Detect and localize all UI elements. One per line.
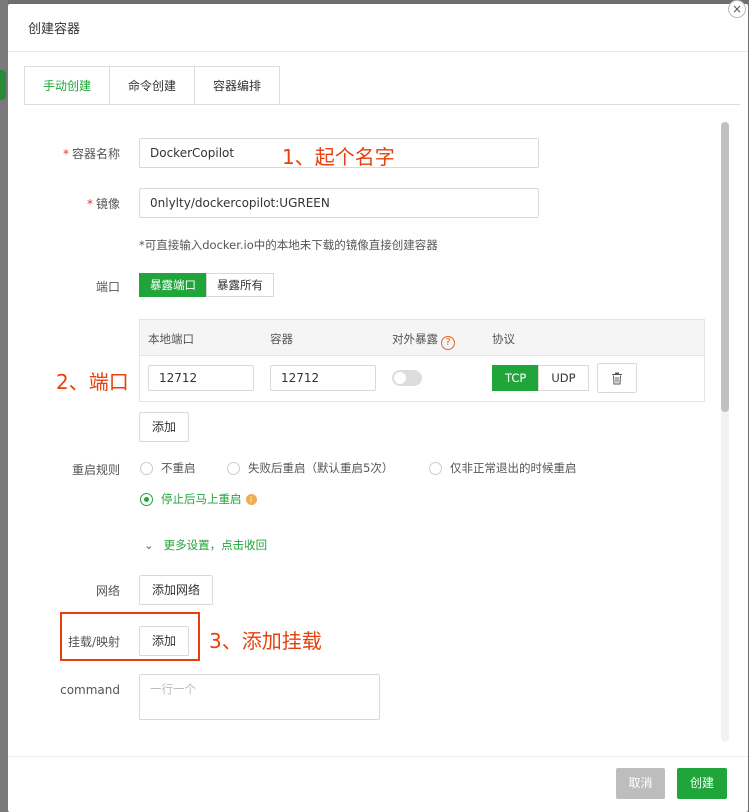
restart-option-on-failure[interactable]: 失败后重启（默认重启5次） [227, 460, 393, 476]
delete-port-button[interactable] [597, 363, 637, 393]
expose-all-button[interactable]: 暴露所有 [206, 273, 274, 297]
col-protocol: 协议 [492, 332, 515, 346]
tab-manual-create[interactable]: 手动创建 [24, 66, 111, 105]
background-accent [0, 70, 6, 100]
restart-option-always[interactable]: 停止后马上重启 i [140, 491, 257, 507]
radio-circle [140, 461, 153, 475]
radio-circle-selected [140, 492, 153, 506]
tab-compose[interactable]: 容器编排 [194, 66, 281, 105]
command-textarea[interactable]: 一行一个 [139, 674, 380, 720]
create-container-dialog: 创建容器 × 手动创建 命令创建 容器编排 * 容器名称 DockerCopilo… [8, 0, 748, 812]
local-port-input[interactable]: 12712 [148, 365, 254, 391]
restart-option-unless-abnormal[interactable]: 仅非正常退出的时候重启 [429, 460, 577, 476]
port-table: 本地端口 容器 对外暴露? 协议 12712 12712 TCP UDP [139, 319, 705, 402]
command-label: command [60, 683, 120, 697]
image-input[interactable]: 0nlylty/dockercopilot:UGREEN [139, 188, 539, 218]
info-icon: i [245, 493, 257, 505]
dialog-title: 创建容器 [28, 22, 81, 37]
network-label: 网络 [95, 584, 120, 598]
port-label: 端口 [95, 280, 120, 294]
tab-command-create[interactable]: 命令创建 [109, 66, 196, 105]
col-expose: 对外暴露? [392, 331, 455, 350]
radio-circle [227, 461, 240, 475]
col-container: 容器 [270, 332, 293, 346]
image-label: * 镜像 [86, 197, 120, 211]
restart-label: 重启规则 [71, 463, 120, 477]
chevron-down-icon: ⌄ [144, 538, 154, 552]
annotation-port: 2、端口 [56, 370, 129, 394]
close-icon[interactable]: × [728, 0, 746, 18]
port-table-header: 本地端口 容器 对外暴露? 协议 [140, 320, 704, 356]
footer-divider [8, 756, 748, 757]
protocol-udp-button[interactable]: UDP [538, 365, 589, 391]
annotation-name: 1、起个名字 [282, 145, 395, 169]
tab-divider [24, 104, 740, 105]
annotation-mount: 3、添加挂载 [209, 629, 322, 653]
add-network-button[interactable]: 添加网络 [139, 575, 214, 605]
radio-circle [429, 461, 442, 475]
more-settings-toggle[interactable]: ⌄ 更多设置，点击收回 [144, 537, 267, 553]
image-hint: *可直接输入docker.io中的本地未下载的镜像直接创建容器 [139, 238, 438, 252]
mount-label: 挂载/映射 [67, 635, 120, 649]
scrollbar-thumb[interactable] [721, 122, 729, 412]
trash-icon [612, 372, 622, 385]
col-local-port: 本地端口 [148, 332, 194, 346]
restart-option-no[interactable]: 不重启 [140, 460, 196, 476]
help-icon[interactable]: ? [441, 336, 455, 350]
add-port-button[interactable]: 添加 [139, 412, 190, 442]
tab-bar: 手动创建 命令创建 容器编排 [24, 66, 281, 105]
expose-port-button[interactable]: 暴露端口 [139, 273, 207, 297]
container-name-label: * 容器名称 [62, 147, 120, 161]
background-page [0, 0, 8, 812]
create-button[interactable]: 创建 [677, 768, 727, 799]
cancel-button[interactable]: 取消 [616, 768, 665, 799]
scrollbar[interactable] [721, 122, 729, 742]
protocol-group: TCP UDP [492, 365, 589, 391]
container-port-input[interactable]: 12712 [270, 365, 376, 391]
protocol-tcp-button[interactable]: TCP [492, 365, 540, 391]
add-mount-button[interactable]: 添加 [139, 626, 190, 656]
port-mode-group: 暴露端口 暴露所有 [139, 273, 274, 297]
expose-toggle[interactable] [392, 370, 422, 386]
dialog-header: 创建容器 [8, 4, 748, 52]
